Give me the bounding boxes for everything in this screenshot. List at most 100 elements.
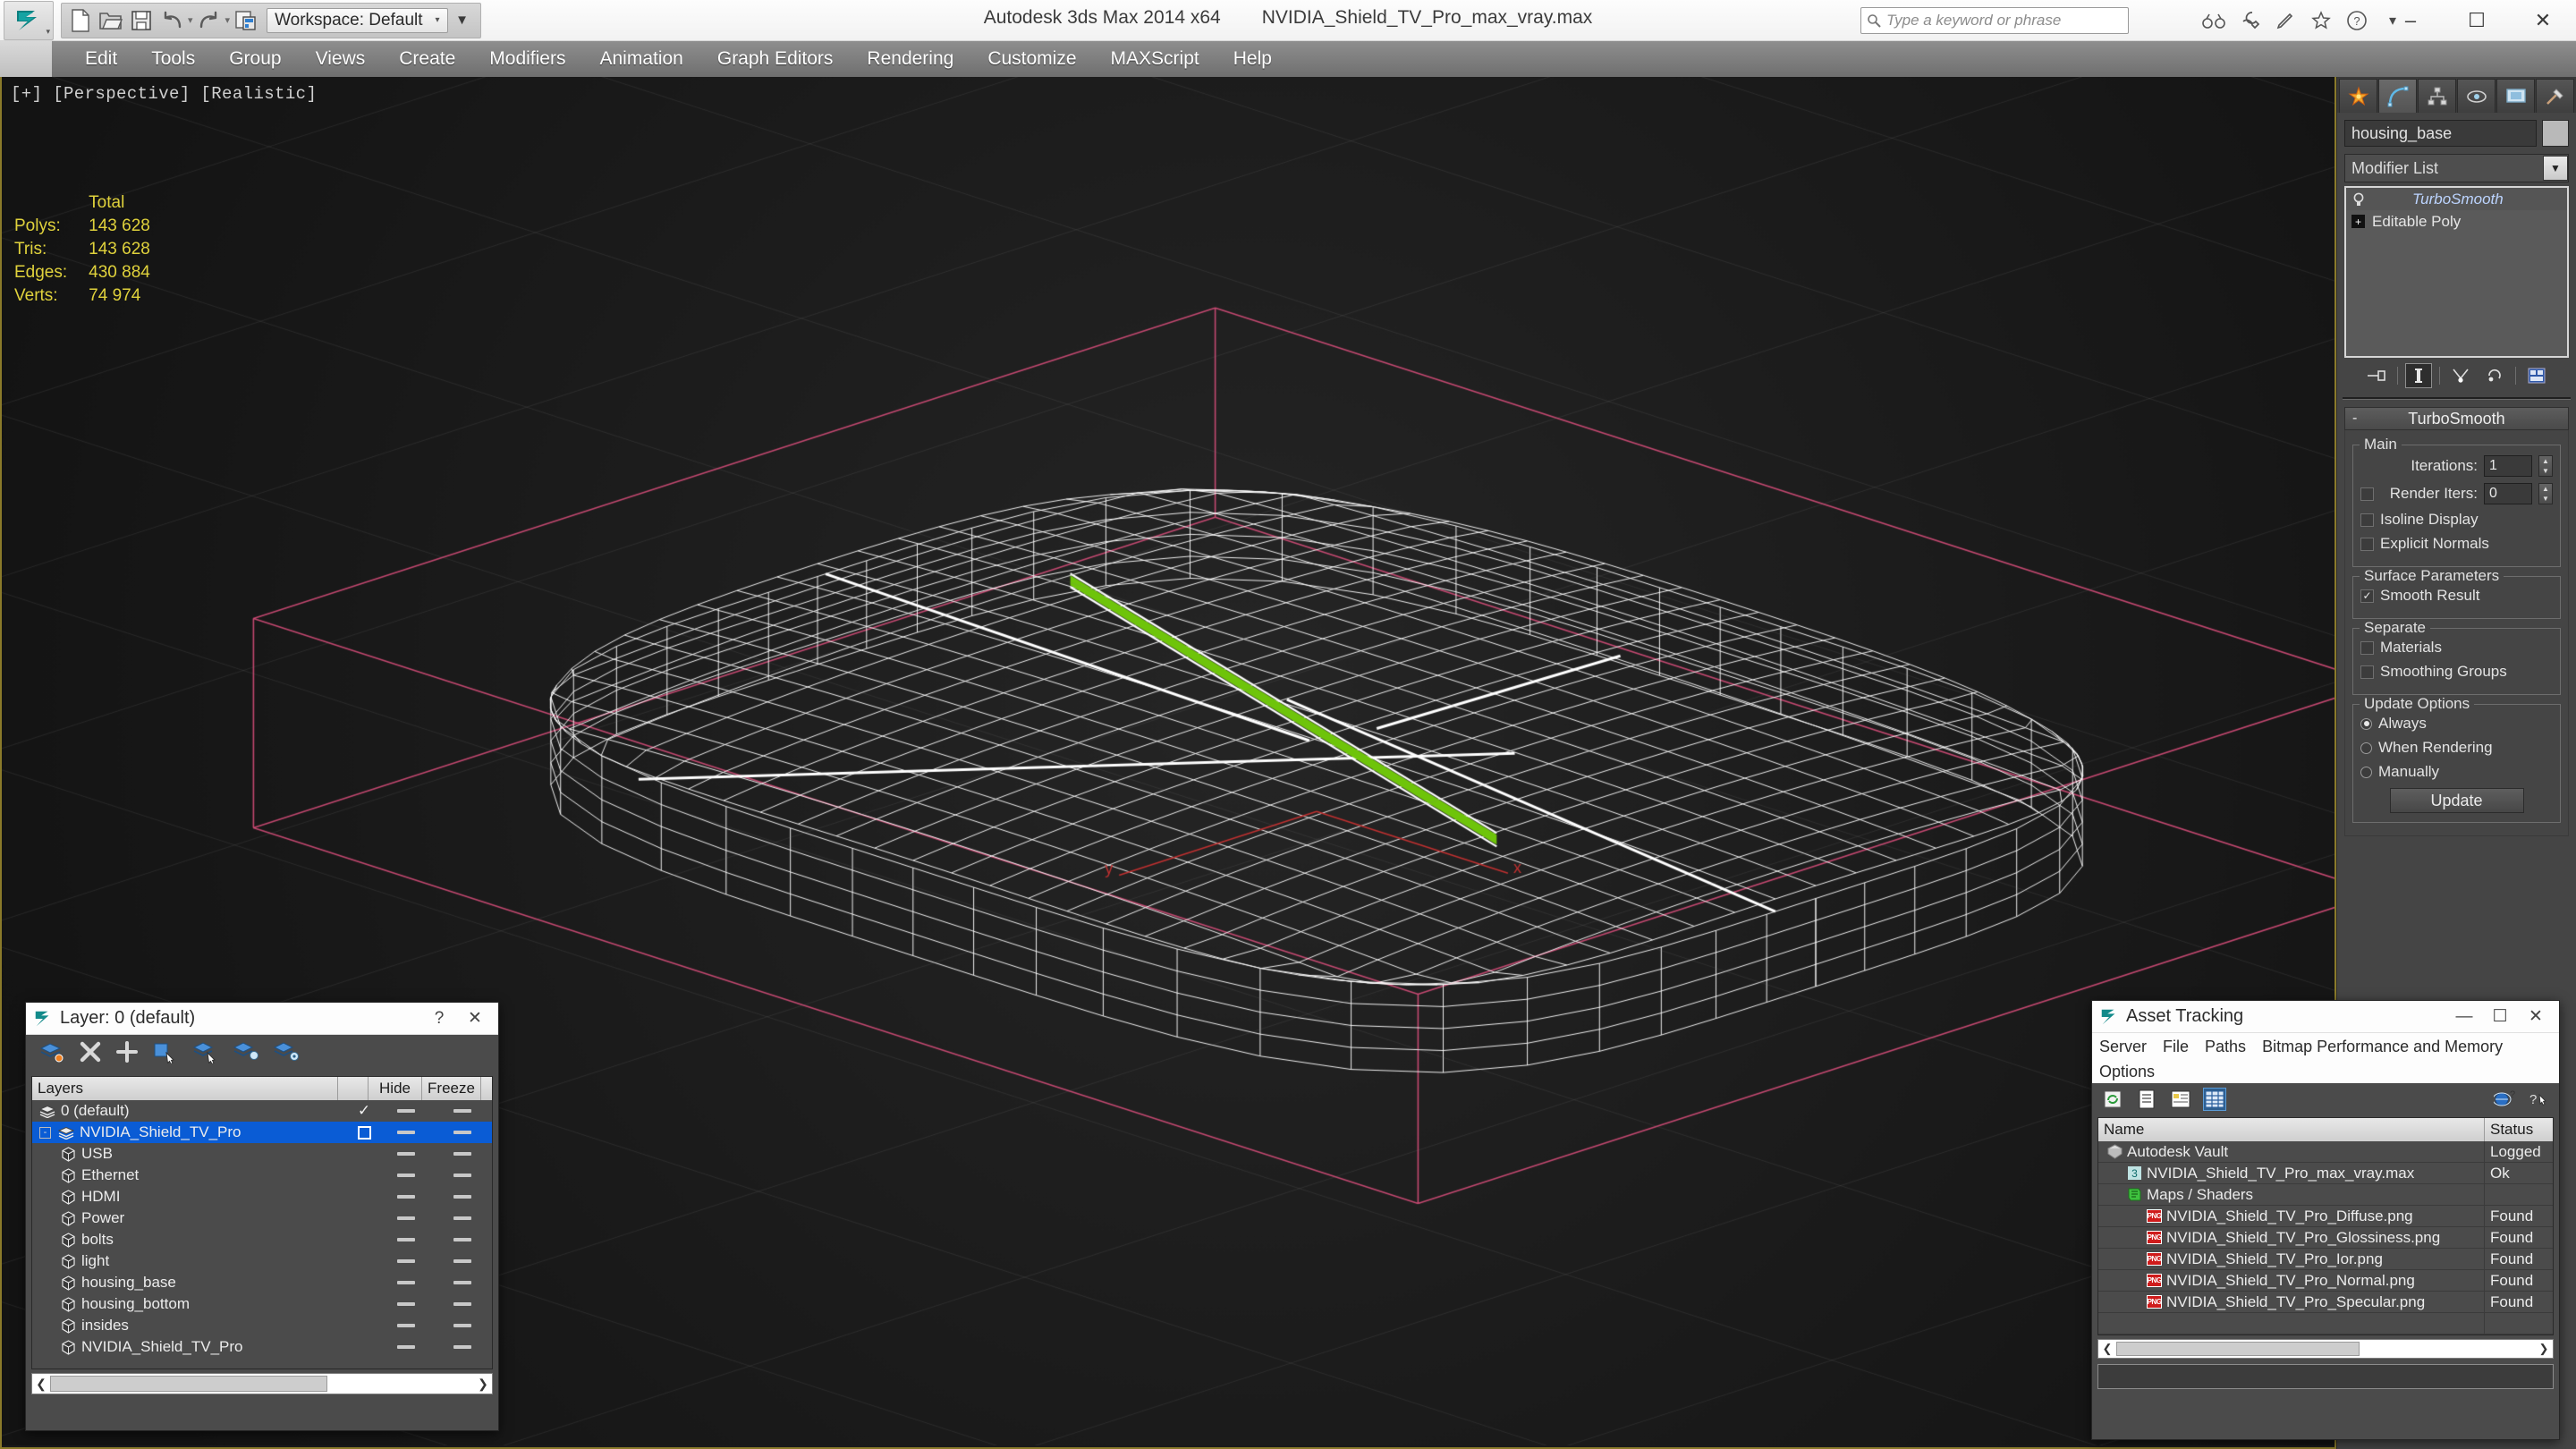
layer-row[interactable]: 0 (default) ✓ bbox=[32, 1100, 492, 1122]
asset-row[interactable]: PNG NVIDIA_Shield_TV_Pro_Glossiness.png Fo… bbox=[2098, 1227, 2553, 1249]
asset-tracking-window[interactable]: Asset Tracking — ☐ ✕ Server File Paths B… bbox=[2091, 1000, 2560, 1440]
pin-stack-icon[interactable] bbox=[2363, 363, 2390, 388]
select-objects-icon[interactable] bbox=[152, 1040, 179, 1068]
detail-view-icon[interactable] bbox=[2169, 1088, 2192, 1111]
layer-row[interactable]: - NVIDIA_Shield_TV_Pro bbox=[32, 1122, 492, 1143]
menu-options[interactable]: Options bbox=[2099, 1063, 2155, 1081]
redo-icon[interactable] bbox=[194, 5, 225, 36]
layer-name-cell[interactable]: housing_bottom bbox=[32, 1295, 349, 1313]
layer-hide-toggle[interactable] bbox=[379, 1174, 433, 1177]
column-hide[interactable]: Hide bbox=[369, 1077, 422, 1100]
close-button[interactable]: ✕ bbox=[2518, 1002, 2554, 1032]
layer-name-cell[interactable]: bolts bbox=[32, 1231, 349, 1249]
object-name-field[interactable]: housing_base bbox=[2344, 120, 2537, 147]
menu-item-views[interactable]: Views bbox=[299, 46, 383, 72]
asset-name-cell[interactable]: PNG NVIDIA_Shield_TV_Pro_Specular.png bbox=[2098, 1292, 2485, 1312]
close-button[interactable]: ✕ bbox=[2510, 0, 2576, 41]
menu-item-rendering[interactable]: Rendering bbox=[850, 46, 970, 72]
menu-item-maxscript[interactable]: MAXScript bbox=[1094, 46, 1216, 72]
maximize-button[interactable]: ☐ bbox=[2482, 1002, 2518, 1032]
layer-hide-toggle[interactable] bbox=[379, 1152, 433, 1156]
scroll-right-icon[interactable]: ❯ bbox=[2535, 1342, 2553, 1356]
asset-name-cell[interactable]: PNG NVIDIA_Shield_TV_Pro_Ior.png bbox=[2098, 1249, 2485, 1269]
layer-freeze-toggle[interactable] bbox=[433, 1324, 492, 1327]
asset-tracking-titlebar[interactable]: Asset Tracking — ☐ ✕ bbox=[2092, 1001, 2559, 1033]
asset-row[interactable]: Maps / Shaders bbox=[2098, 1184, 2553, 1206]
menu-item-modifiers[interactable]: Modifiers bbox=[472, 46, 582, 72]
layer-freeze-toggle[interactable] bbox=[433, 1281, 492, 1284]
star-icon[interactable] bbox=[2308, 7, 2334, 34]
minimize-button[interactable]: — bbox=[2446, 1002, 2482, 1032]
scroll-left-icon[interactable]: ❮ bbox=[32, 1377, 50, 1392]
layer-row[interactable]: housing_base bbox=[32, 1272, 492, 1293]
when-rendering-radio[interactable] bbox=[2360, 741, 2372, 754]
create-tab[interactable] bbox=[2339, 79, 2377, 113]
object-color-swatch[interactable] bbox=[2542, 120, 2569, 147]
menu-item-tools[interactable]: Tools bbox=[134, 46, 212, 72]
layer-name-cell[interactable]: housing_base bbox=[32, 1274, 349, 1292]
render-iters-checkbox[interactable] bbox=[2360, 487, 2374, 501]
column-layers[interactable]: Layers bbox=[32, 1077, 338, 1100]
asset-row[interactable]: 3 NVIDIA_Shield_TV_Pro_max_vray.max Ok bbox=[2098, 1163, 2553, 1184]
layer-freeze-toggle[interactable] bbox=[433, 1109, 492, 1113]
layer-hide-toggle[interactable] bbox=[379, 1238, 433, 1241]
layer-hide-toggle[interactable] bbox=[379, 1216, 433, 1220]
layer-row[interactable]: bolts bbox=[32, 1229, 492, 1250]
asset-name-cell[interactable]: PNG NVIDIA_Shield_TV_Pro_Diffuse.png bbox=[2098, 1206, 2485, 1226]
minimize-button[interactable]: – bbox=[2377, 0, 2444, 41]
modifier-stack[interactable]: TurboSmooth + Editable Poly bbox=[2344, 186, 2569, 358]
render-iters-spinner[interactable]: ▲ ▼ bbox=[2538, 483, 2553, 504]
asset-name-cell[interactable]: PNG NVIDIA_Shield_TV_Pro_Glossiness.png bbox=[2098, 1227, 2485, 1248]
explicit-normals-checkbox[interactable] bbox=[2360, 537, 2374, 551]
asset-horizontal-scrollbar[interactable]: ❮ ❯ bbox=[2097, 1339, 2554, 1359]
undo-dropdown-icon[interactable]: ▾ bbox=[187, 14, 194, 26]
layer-name-cell[interactable]: HDMI bbox=[32, 1188, 349, 1206]
asset-row-list[interactable]: Autodesk Vault Logged 3 NVIDIA_Shield_TV_Pr… bbox=[2098, 1141, 2553, 1335]
manually-radio[interactable] bbox=[2360, 766, 2372, 778]
delete-layer-icon[interactable] bbox=[79, 1040, 102, 1068]
menu-item-animation[interactable]: Animation bbox=[582, 46, 699, 72]
menu-item-graph-editors[interactable]: Graph Editors bbox=[700, 46, 851, 72]
asset-name-cell[interactable]: Autodesk Vault bbox=[2098, 1141, 2485, 1162]
workspace-more-button[interactable]: ▼ bbox=[448, 5, 477, 36]
layer-row[interactable]: Power bbox=[32, 1208, 492, 1229]
column-on[interactable] bbox=[338, 1077, 369, 1100]
modify-tab[interactable] bbox=[2378, 79, 2417, 113]
layer-freeze-toggle[interactable] bbox=[433, 1259, 492, 1263]
wrench-icon[interactable] bbox=[2236, 7, 2263, 34]
always-radio[interactable] bbox=[2360, 717, 2372, 730]
pencil-icon[interactable] bbox=[2272, 7, 2299, 34]
layer-name-cell[interactable]: NVIDIA_Shield_TV_Pro bbox=[32, 1338, 349, 1356]
asset-row[interactable]: PNG NVIDIA_Shield_TV_Pro_Normal.png Found bbox=[2098, 1270, 2553, 1292]
asset-row[interactable]: PNG NVIDIA_Shield_TV_Pro_Ior.png Found bbox=[2098, 1249, 2553, 1270]
modifier-stack-item-turbosmooth[interactable]: TurboSmooth bbox=[2346, 188, 2567, 210]
maximize-button[interactable]: ☐ bbox=[2444, 0, 2510, 41]
layer-hide-toggle[interactable] bbox=[379, 1259, 433, 1263]
asset-name-cell[interactable]: Maps / Shaders bbox=[2098, 1184, 2485, 1205]
layer-row[interactable]: USB bbox=[32, 1143, 492, 1165]
layer-freeze-toggle[interactable] bbox=[433, 1174, 492, 1177]
layer-freeze-toggle[interactable] bbox=[433, 1195, 492, 1199]
layer-row[interactable]: NVIDIA_Shield_TV_Pro bbox=[32, 1336, 492, 1358]
remove-modifier-icon[interactable] bbox=[2481, 363, 2508, 388]
menu-item-create[interactable]: Create bbox=[382, 46, 472, 72]
help-circle-icon[interactable]: ? bbox=[2343, 7, 2370, 34]
layer-hide-toggle[interactable] bbox=[379, 1131, 433, 1134]
refresh-icon[interactable] bbox=[2101, 1088, 2124, 1111]
layer-name-cell[interactable]: light bbox=[32, 1252, 349, 1270]
menu-item-help[interactable]: Help bbox=[1216, 46, 1289, 72]
layer-dialog[interactable]: Layer: 0 (default) ? ✕ Layers Hide Freez… bbox=[25, 1002, 499, 1431]
layer-name-cell[interactable]: insides bbox=[32, 1317, 349, 1335]
binoculars-icon[interactable] bbox=[2200, 7, 2227, 34]
menu-item-customize[interactable]: Customize bbox=[970, 46, 1093, 72]
layer-freeze-toggle[interactable] bbox=[433, 1345, 492, 1349]
rollout-header[interactable]: - TurboSmooth bbox=[2344, 407, 2569, 430]
layer-freeze-toggle[interactable] bbox=[433, 1216, 492, 1220]
add-selection-icon[interactable] bbox=[115, 1040, 139, 1068]
layer-name-cell[interactable]: Ethernet bbox=[32, 1166, 349, 1184]
update-button[interactable]: Update bbox=[2389, 788, 2524, 813]
layer-hide-toggle[interactable] bbox=[379, 1195, 433, 1199]
isoline-display-checkbox[interactable] bbox=[2360, 513, 2374, 527]
modifier-list-dropdown[interactable]: Modifier List ▼ bbox=[2344, 154, 2569, 182]
layer-horizontal-scrollbar[interactable]: ❮ ❯ bbox=[31, 1373, 493, 1394]
